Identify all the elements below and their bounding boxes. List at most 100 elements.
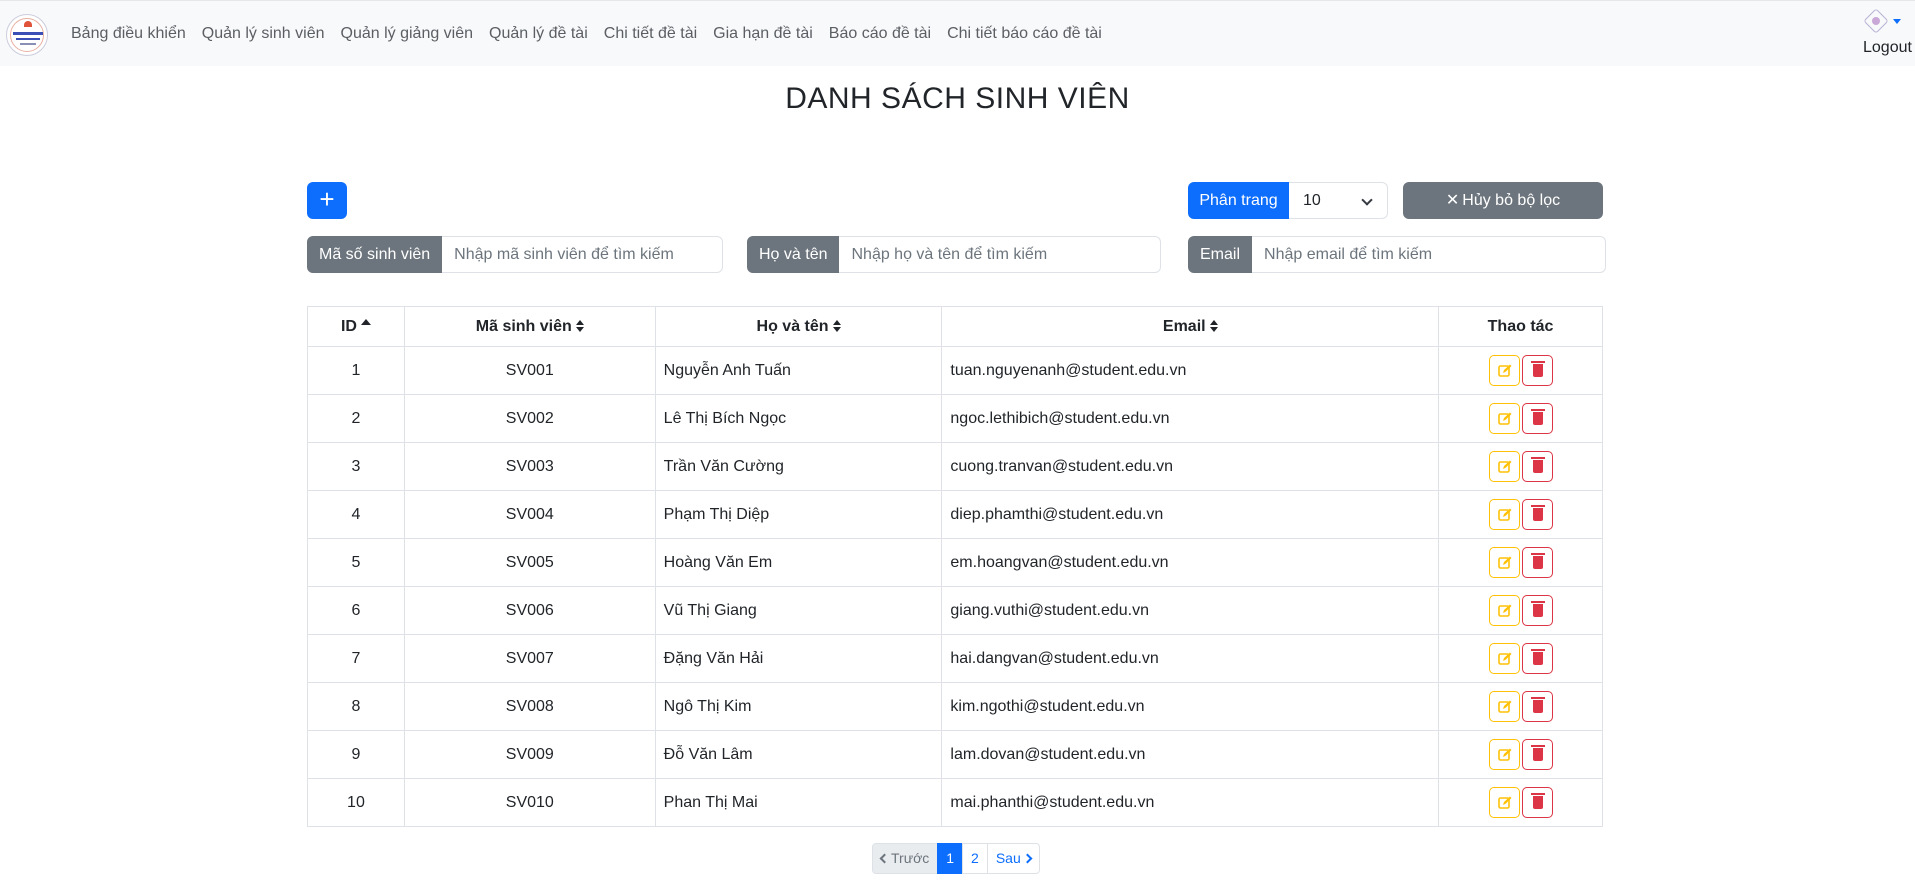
cell-student-code: SV002 — [403, 394, 656, 443]
cell-email: ngoc.lethibich@student.edu.vn — [941, 394, 1440, 443]
filter-email: Email — [1188, 236, 1607, 273]
edit-button[interactable] — [1488, 355, 1520, 386]
edit-button[interactable] — [1488, 499, 1520, 530]
filter-full-name: Họ và tên — [747, 236, 1162, 273]
delete-button[interactable] — [1521, 643, 1553, 674]
email-input[interactable] — [1252, 236, 1607, 273]
filter-student-code: Mã số sinh viên — [307, 236, 724, 273]
table-row: 8 SV008 Ngô Thị Kim kim.ngothi@student.edu.… — [307, 682, 1603, 731]
nav-link-topic-extension[interactable]: Gia hạn đề tài — [713, 25, 813, 43]
cell-actions — [1438, 394, 1603, 443]
user-avatar-icon[interactable] — [1863, 8, 1889, 34]
faculty-logo[interactable] — [6, 14, 48, 56]
cell-id: 8 — [307, 682, 405, 731]
cell-email: tuan.nguyenanh@student.edu.vn — [941, 346, 1440, 395]
edit-button[interactable] — [1488, 595, 1520, 626]
clear-filter-label: Hủy bỏ bộ lọc — [1462, 192, 1561, 209]
edit-button[interactable] — [1488, 787, 1520, 818]
clear-filter-button[interactable]: ✕ Hủy bỏ bộ lọc — [1403, 182, 1603, 219]
sort-icon — [832, 320, 841, 333]
cell-id: 3 — [307, 442, 405, 491]
cell-full-name: Đặng Văn Hải — [654, 634, 943, 683]
delete-button[interactable] — [1521, 547, 1553, 578]
cell-full-name: Ngô Thị Kim — [654, 682, 943, 731]
edit-button[interactable] — [1488, 403, 1520, 434]
nav-link-report-details[interactable]: Chi tiết báo cáo đề tài — [947, 25, 1102, 43]
cell-email: lam.dovan@student.edu.vn — [941, 730, 1440, 779]
column-header-actions: Thao tác — [1438, 306, 1603, 347]
table-row: 3 SV003 Trần Văn Cường cuong.tranvan@studen… — [307, 442, 1603, 491]
cell-actions — [1438, 730, 1603, 779]
logout-link[interactable]: Logout — [1863, 39, 1912, 57]
edit-button[interactable] — [1488, 451, 1520, 482]
delete-button[interactable] — [1521, 691, 1553, 722]
trash-icon — [1530, 793, 1545, 809]
pagination-page-2[interactable]: 2 — [962, 843, 988, 874]
column-header-full-name[interactable]: Họ và tên — [654, 306, 943, 347]
cell-email: kim.ngothi@student.edu.vn — [941, 682, 1440, 731]
table-row: 1 SV001 Nguyễn Anh Tuấn tuan.nguyenanh@stud… — [307, 346, 1603, 395]
nav-links: Bảng điều khiển Quản lý sinh viên Quản l… — [71, 1, 1118, 67]
cell-full-name: Vũ Thị Giang — [654, 586, 943, 635]
cell-id: 1 — [307, 346, 405, 395]
trash-icon — [1530, 649, 1545, 665]
nav-link-topic-reports[interactable]: Báo cáo đề tài — [829, 25, 931, 43]
table-row: 10 SV010 Phan Thị Mai mai.phanthi@student.e… — [307, 778, 1603, 827]
page-size-label: Phân trang — [1188, 182, 1289, 219]
page-title: DANH SÁCH SINH VIÊN — [785, 82, 1130, 115]
cell-id: 2 — [307, 394, 405, 443]
user-menu[interactable]: Logout — [1845, 1, 1915, 67]
student-code-input[interactable] — [442, 236, 724, 273]
page-size-select[interactable]: 10 — [1289, 182, 1388, 219]
caret-down-icon[interactable] — [1893, 19, 1901, 24]
nav-link-students[interactable]: Quản lý sinh viên — [202, 25, 325, 43]
nav-link-topic-details[interactable]: Chi tiết đề tài — [604, 25, 697, 43]
edit-button[interactable] — [1488, 691, 1520, 722]
trash-icon — [1530, 553, 1545, 569]
cell-id: 5 — [307, 538, 405, 587]
table-row: 9 SV009 Đỗ Văn Lâm lam.dovan@student.edu.vn — [307, 730, 1603, 779]
cell-student-code: SV007 — [403, 634, 656, 683]
full-name-label: Họ và tên — [747, 236, 840, 273]
column-header-email[interactable]: Email — [941, 306, 1440, 347]
delete-button[interactable] — [1521, 787, 1553, 818]
trash-icon — [1530, 361, 1545, 377]
nav-link-lecturers[interactable]: Quản lý giảng viên — [341, 25, 474, 43]
trash-icon — [1530, 601, 1545, 617]
delete-button[interactable] — [1521, 499, 1553, 530]
cell-full-name: Lê Thị Bích Ngọc — [654, 394, 943, 443]
cell-actions — [1438, 346, 1603, 395]
pagination-next-button[interactable]: Sau — [986, 843, 1040, 874]
students-table: ID Mã sinh viên Họ và tên Email Thao tác… — [307, 306, 1603, 827]
trash-icon — [1530, 745, 1545, 761]
cell-email: hai.dangvan@student.edu.vn — [941, 634, 1440, 683]
edit-button[interactable] — [1488, 643, 1520, 674]
cell-student-code: SV008 — [403, 682, 656, 731]
nav-link-topics[interactable]: Quản lý đề tài — [489, 25, 588, 43]
delete-button[interactable] — [1521, 355, 1553, 386]
cell-actions — [1438, 634, 1603, 683]
edit-button[interactable] — [1488, 739, 1520, 770]
full-name-input[interactable] — [839, 236, 1162, 273]
add-student-button[interactable]: + — [307, 182, 347, 219]
column-header-id[interactable]: ID — [307, 306, 405, 347]
cell-full-name: Đỗ Văn Lâm — [654, 730, 943, 779]
pagination-page-1[interactable]: 1 — [937, 843, 964, 874]
cell-actions — [1438, 538, 1603, 587]
cell-id: 7 — [307, 634, 405, 683]
delete-button[interactable] — [1521, 595, 1553, 626]
cell-actions — [1438, 442, 1603, 491]
delete-button[interactable] — [1521, 739, 1553, 770]
delete-button[interactable] — [1521, 403, 1553, 434]
nav-link-dashboard[interactable]: Bảng điều khiển — [71, 25, 186, 43]
delete-button[interactable] — [1521, 451, 1553, 482]
cell-actions — [1438, 682, 1603, 731]
cell-email: mai.phanthi@student.edu.vn — [941, 778, 1440, 827]
edit-button[interactable] — [1488, 547, 1520, 578]
column-header-student-code[interactable]: Mã sinh viên — [403, 306, 656, 347]
table-header-row: ID Mã sinh viên Họ và tên Email Thao tác — [307, 306, 1603, 347]
pagination-prev-button[interactable]: Trước — [872, 843, 939, 874]
cell-full-name: Hoàng Văn Em — [654, 538, 943, 587]
close-icon: ✕ — [1445, 192, 1460, 209]
cell-email: giang.vuthi@student.edu.vn — [941, 586, 1440, 635]
